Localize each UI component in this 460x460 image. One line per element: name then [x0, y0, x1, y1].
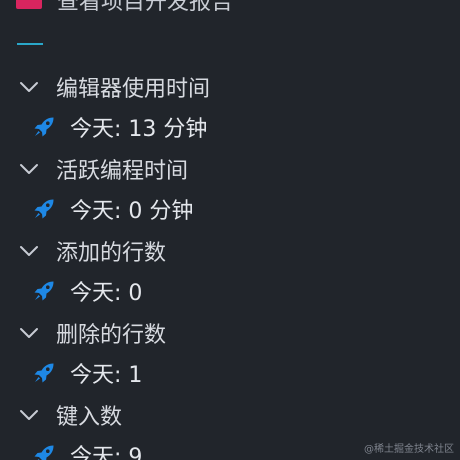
rocket-icon — [34, 281, 54, 301]
rocket-icon — [34, 363, 54, 383]
report-header[interactable]: 查看项目开发报告 — [0, 0, 234, 15]
stat-text: 今天: 9 — [70, 445, 143, 460]
rocket-icon — [34, 445, 54, 460]
rocket-icon — [34, 117, 54, 137]
chevron-down-icon — [20, 164, 38, 174]
section-lines-deleted: 删除的行数 今天: 1 — [0, 312, 460, 394]
section-label: 添加的行数 — [56, 241, 167, 266]
chevron-down-icon — [20, 328, 38, 338]
section-header[interactable]: 删除的行数 — [0, 316, 460, 350]
section-editor-time: 编辑器使用时间 今天: 13 分钟 — [0, 66, 460, 148]
section-label: 编辑器使用时间 — [56, 77, 211, 102]
chevron-down-icon — [20, 246, 38, 256]
accent-line — [17, 43, 43, 45]
stat-text: 今天: 13 分钟 — [70, 117, 208, 142]
stat-item[interactable]: 今天: 13 分钟 — [0, 110, 460, 144]
stats-tree: 编辑器使用时间 今天: 13 分钟 活跃编程时间 今天: 0 分钟 添加的行数 … — [0, 66, 460, 460]
stat-text: 今天: 0 — [70, 281, 143, 306]
stat-item[interactable]: 今天: 0 分钟 — [0, 192, 460, 226]
section-header[interactable]: 键入数 — [0, 398, 460, 432]
section-label: 键入数 — [56, 405, 123, 430]
chevron-down-icon — [20, 82, 38, 92]
section-label: 活跃编程时间 — [56, 159, 189, 184]
section-label: 删除的行数 — [56, 323, 167, 348]
section-header[interactable]: 添加的行数 — [0, 234, 460, 268]
report-icon — [16, 0, 42, 9]
stat-text: 今天: 1 — [70, 363, 143, 388]
watermark: @稀土掘金技术社区 — [364, 444, 454, 455]
stat-text: 今天: 0 分钟 — [70, 199, 194, 224]
section-header[interactable]: 活跃编程时间 — [0, 152, 460, 186]
stat-item[interactable]: 今天: 0 — [0, 274, 460, 308]
report-title: 查看项目开发报告 — [57, 0, 234, 15]
section-active-coding: 活跃编程时间 今天: 0 分钟 — [0, 148, 460, 230]
chevron-down-icon — [20, 410, 38, 420]
section-header[interactable]: 编辑器使用时间 — [0, 70, 460, 104]
section-lines-added: 添加的行数 今天: 0 — [0, 230, 460, 312]
rocket-icon — [34, 199, 54, 219]
stat-item[interactable]: 今天: 1 — [0, 356, 460, 390]
